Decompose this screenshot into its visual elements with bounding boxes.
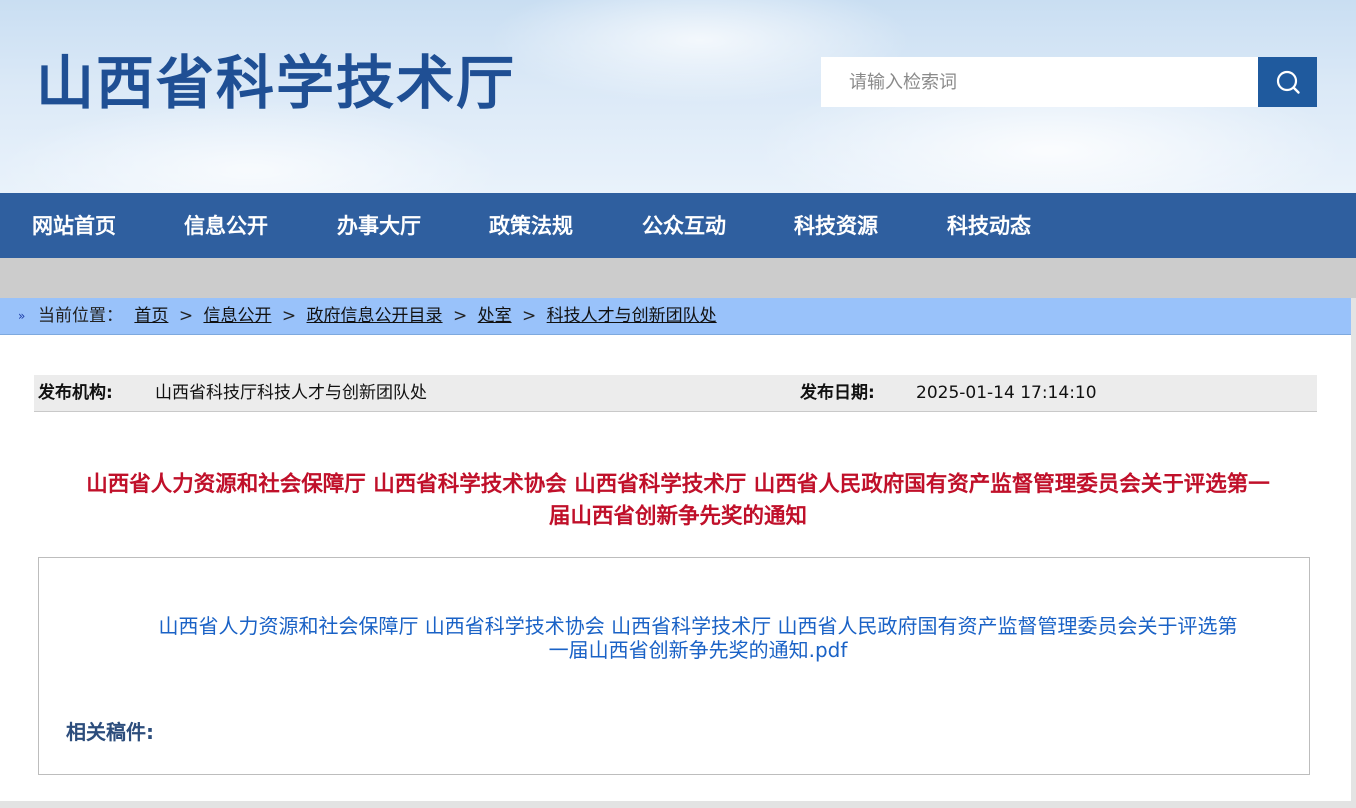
- attachment-link-line: 一届山西省创新争先奖的通知.pdf: [548, 638, 848, 662]
- breadcrumb-prefix: 当前位置：: [38, 306, 123, 326]
- search-input[interactable]: [821, 57, 1258, 107]
- breadcrumb-departments[interactable]: 处室: [478, 306, 512, 326]
- breadcrumb-catalog[interactable]: 政府信息公开目录: [307, 306, 443, 326]
- breadcrumb-trail: 当前位置： 首页 > 信息公开 > 政府信息公开目录 > 处室 > 科技人才与创…: [38, 298, 717, 334]
- meta-bar: 发布机构: 山西省科技厅科技人才与创新团队处 发布日期: 2025-01-14 …: [34, 375, 1317, 412]
- publisher-value: 山西省科技厅科技人才与创新团队处: [155, 383, 427, 403]
- breadcrumb-separator: >: [452, 306, 468, 326]
- breadcrumb-separator: >: [281, 306, 297, 326]
- breadcrumb-info-disclosure[interactable]: 信息公开: [203, 306, 271, 326]
- nav-item-tech-news[interactable]: 科技动态: [947, 193, 1031, 258]
- breadcrumb-home[interactable]: 首页: [134, 306, 168, 326]
- nav-item-info-disclosure[interactable]: 信息公开: [184, 193, 268, 258]
- nav-item-tech-resources[interactable]: 科技资源: [794, 193, 878, 258]
- page-edge-right: [1351, 298, 1356, 808]
- attachment-link[interactable]: 山西省人力资源和社会保障厅 山西省科学技术协会 山西省科学技术厅 山西省人民政府…: [113, 614, 1283, 662]
- search-button[interactable]: [1258, 57, 1317, 107]
- article-title-line: 届山西省创新争先奖的通知: [548, 504, 807, 529]
- nav-item-public-interaction[interactable]: 公众互动: [642, 193, 726, 258]
- article-title-line: 山西省人力资源和社会保障厅 山西省科学技术协会 山西省科学技术厅 山西省人民政府…: [86, 472, 1270, 497]
- breadcrumb: » 当前位置： 首页 > 信息公开 > 政府信息公开目录 > 处室 > 科技人才…: [0, 298, 1351, 335]
- nav-item-home[interactable]: 网站首页: [32, 193, 116, 258]
- breadcrumb-separator: >: [522, 306, 537, 326]
- article-title: 山西省人力资源和社会保障厅 山西省科学技术协会 山西省科学技术厅 山西省人民政府…: [0, 469, 1356, 533]
- attachment-link-line: 山西省人力资源和社会保障厅 山西省科学技术协会 山西省科学技术厅 山西省人民政府…: [158, 614, 1238, 638]
- publisher-label: 发布机构:: [38, 383, 113, 403]
- article-content: 山西省人力资源和社会保障厅 山西省科学技术协会 山西省科学技术厅 山西省人民政府…: [38, 557, 1310, 775]
- site-title[interactable]: 山西省科学技术厅: [36, 50, 516, 116]
- double-chevron-right-icon: »: [18, 309, 26, 323]
- gray-band: [0, 258, 1356, 298]
- related-articles-label: 相关稿件:: [66, 720, 154, 744]
- main-nav: 网站首页 信息公开 办事大厅 政策法规 公众互动 科技资源 科技动态: [0, 193, 1356, 258]
- breadcrumb-talent-office[interactable]: 科技人才与创新团队处: [547, 306, 717, 326]
- nav-item-service-hall[interactable]: 办事大厅: [337, 193, 421, 258]
- date-label: 发布日期:: [800, 383, 875, 403]
- breadcrumb-separator: >: [178, 306, 194, 326]
- nav-item-policies[interactable]: 政策法规: [489, 193, 573, 258]
- site-header: 山西省科学技术厅: [0, 0, 1356, 193]
- page-edge-bottom: [0, 801, 1356, 808]
- search-icon: [1276, 70, 1300, 94]
- date-value: 2025-01-14 17:14:10: [916, 383, 1097, 403]
